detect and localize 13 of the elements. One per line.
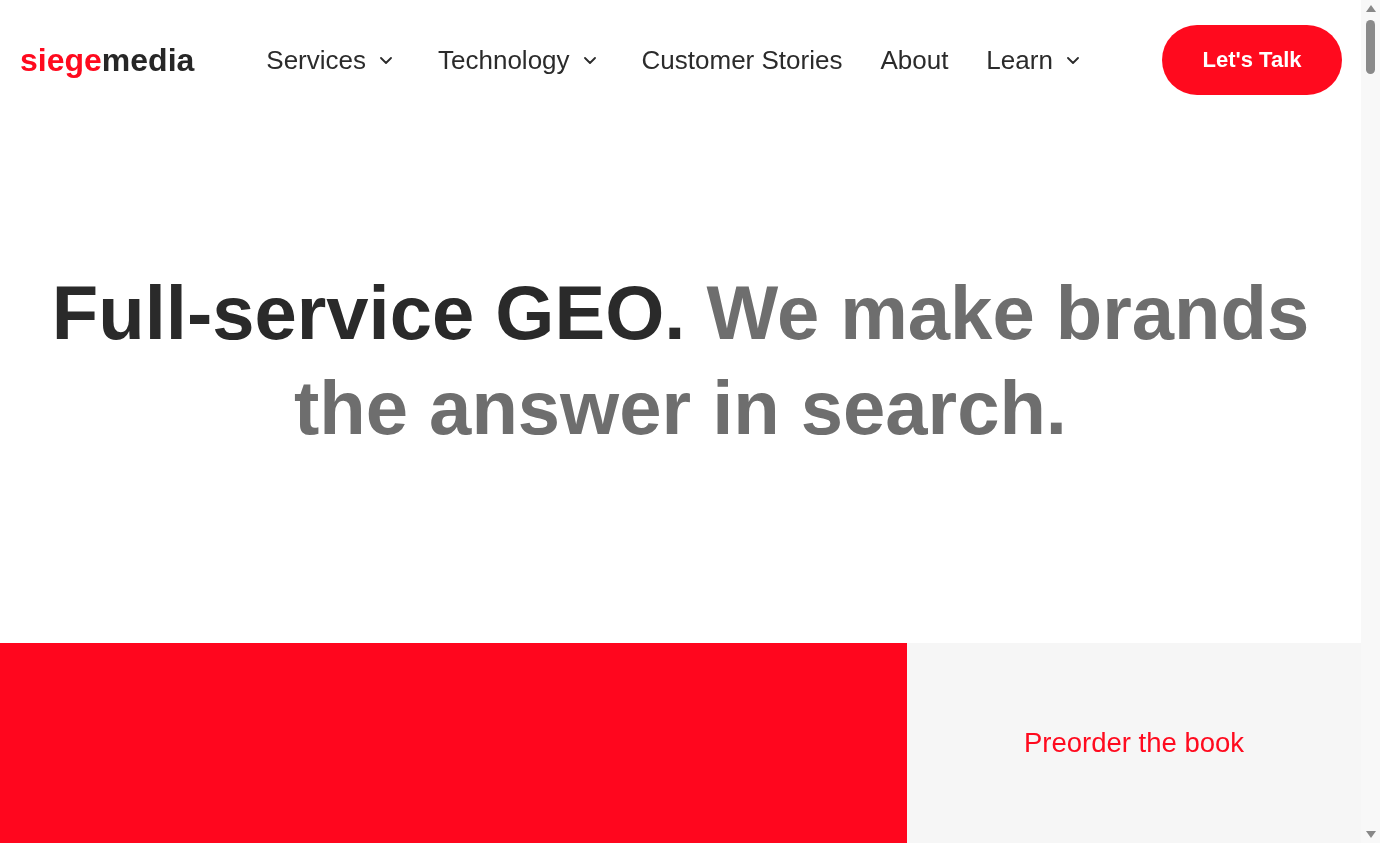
scroll-up-icon[interactable] [1365, 5, 1376, 12]
preorder-link[interactable]: Preorder the book [1023, 727, 1245, 759]
lets-talk-button[interactable]: Let's Talk [1162, 25, 1342, 95]
nav-link[interactable]: Services [266, 44, 400, 76]
nav-link[interactable]: Learn [986, 44, 1087, 76]
scrollbar[interactable] [1361, 0, 1380, 843]
nav-link[interactable]: Technology [438, 44, 604, 76]
nav-link[interactable]: Customer Stories [641, 44, 843, 76]
scroll-down-icon[interactable] [1365, 831, 1376, 838]
logo[interactable]: siegemedia [20, 44, 195, 76]
hero-headline: Full-service GEO. We make brands the answer in search. [50, 268, 1311, 452]
nav-link[interactable]: About [880, 44, 949, 76]
scrollbar-thumb[interactable] [1366, 20, 1375, 74]
